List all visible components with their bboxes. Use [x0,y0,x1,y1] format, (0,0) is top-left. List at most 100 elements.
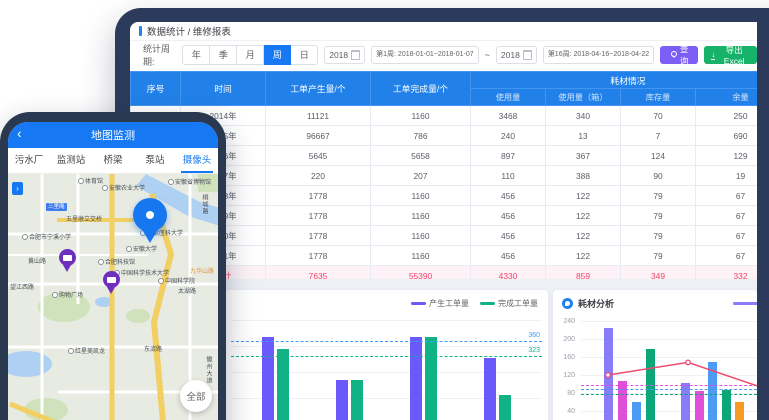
reference-line-label: 360 [528,332,540,339]
search-icon [667,51,674,59]
map-label: 合肥市宁溪小学 [22,232,71,241]
year-end-select[interactable]: 2018 [496,46,537,64]
phone-tab-泵站[interactable]: 泵站 [134,148,176,173]
legend-label: 完成工单量 [498,298,538,309]
table-cell: 367 [546,146,621,166]
map-panel-expander[interactable]: › [12,182,23,195]
table-cell: 1160 [371,226,471,246]
workorder-chart-card: 产生工单量 完成工单量 360 323 [225,290,548,420]
map-label: 桐城路 [200,194,209,215]
table-cell: 207 [371,166,471,186]
bar-产生工单量 [262,337,274,420]
legend-swatch [733,302,757,305]
map-view[interactable]: › 全部 体育馆安徽农业大学安徽省博物馆桐城路三里庵五里墩立交桥合肥市宁溪小学安… [8,174,218,420]
breadcrumb-bar: 数据统计 / 维修报表 [130,22,757,41]
map-label: 体育馆 [78,176,103,185]
table-cell: 122 [546,206,621,226]
table-cell: 456 [471,186,546,206]
query-button[interactable]: 查询 [660,46,698,64]
table-cell: 1160 [371,206,471,226]
table-cell: 79 [621,186,696,206]
sub-header-usage: 使用量 [471,89,546,106]
table-cell: 250 [696,106,758,126]
table-cell: 96667 [266,126,371,146]
period-segmented-control: 年季月周日 [182,45,318,65]
map-label: 五里墩立交桥 [66,214,102,223]
chart-title: 耗材分析 [578,297,614,310]
legend-label: 产生工单量 [429,298,469,309]
phone-header: ‹ 地图监测 [8,122,218,148]
reference-line [231,341,542,342]
year-start-select[interactable]: 2018 [324,46,365,64]
legend-swatch [480,302,495,305]
table-cell: 122 [546,246,621,266]
download-icon: ↓ [711,51,715,60]
table-cell: 7 [621,126,696,146]
table-cell: 690 [696,126,758,146]
reference-line-label: 323 [528,347,540,354]
bar-产生工单量 [410,337,422,420]
sub-header-stock: 库存量 [621,89,696,106]
table-cell: 70 [621,106,696,126]
chart-legend: 产生工单量 完成工单量 [411,298,538,309]
trend-line [553,314,757,420]
table-cell: 786 [371,126,471,146]
calendar-icon [351,50,360,60]
chart-card-header: 耗材分析 [553,290,757,310]
camera-pin-marker[interactable] [59,249,76,266]
table-cell: 67 [696,186,758,206]
week-range-end-input[interactable]: 第16周: 2018-04-16~2018-04-22 [543,46,654,64]
table-cell: 79 [621,246,696,266]
table-cell: 124 [621,146,696,166]
page: 数据统计 / 维修报表 统计周期: 年季月周日 2018 第1周: 2018-0… [0,0,769,420]
bar-完成工单量 [499,395,511,420]
camera-pin-marker[interactable] [103,271,120,288]
phone-tab-监测站[interactable]: 监测站 [50,148,92,173]
period-option-年[interactable]: 年 [182,45,210,65]
map-label: 三里庵 [46,203,67,211]
phone-screen: ‹ 地图监测 污水厂监测站桥梁泵站摄像头 [8,122,218,420]
table-cell: 79 [621,206,696,226]
map-label: 红星美凯龙 [68,346,105,355]
table-cell: 1778 [266,186,371,206]
map-label: 安徽大学 [126,244,157,253]
sub-header-remaining: 余量 [696,89,758,106]
period-option-日[interactable]: 日 [291,45,318,65]
table-cell: 1160 [371,106,471,126]
selected-camera-marker[interactable] [133,198,167,232]
table-cell: 1160 [371,246,471,266]
table-row: 12014年111211160346834070250 [131,106,758,126]
period-option-月[interactable]: 月 [237,45,264,65]
bar-产生工单量 [484,358,496,420]
period-option-季[interactable]: 季 [210,45,237,65]
show-all-button[interactable]: 全部 [180,380,212,412]
map-label: 太湖路 [178,286,196,295]
legend-item: 产生工单量 [411,298,469,309]
phone-tab-桥梁[interactable]: 桥梁 [92,148,134,173]
export-excel-button[interactable]: ↓ 导出Excel [704,46,757,64]
period-label: 统计周期: [143,42,176,68]
table-cell: 5658 [371,146,471,166]
phone-tab-摄像头[interactable]: 摄像头 [176,148,218,173]
table-cell: 1778 [266,206,371,226]
pie-chart-icon [562,298,573,309]
col-group-header-consumables: 耗材情况 [471,72,758,89]
grid-line [231,346,542,347]
period-option-周[interactable]: 周 [264,45,291,65]
week-range-start-input[interactable]: 第1周: 2018-01-01~2018-01-07 [371,46,478,64]
phone-tab-污水厂[interactable]: 污水厂 [8,148,50,173]
breadcrumb: 数据统计 / 维修报表 [147,24,231,38]
table-cell: 897 [471,146,546,166]
table-cell: 67 [696,246,758,266]
sub-header-usage-box: 使用量（箱） [546,89,621,106]
back-button[interactable]: ‹ [17,126,22,140]
map-label: 购物广场 [52,290,83,299]
legend-swatch [411,302,426,305]
map-label: 徽州大道 [204,356,213,384]
map-label: 九华山路 [190,266,214,275]
map-label: 望江西路 [10,282,34,291]
map-label: 安徽农业大学 [102,183,145,192]
col-header-index: 序号 [131,72,181,106]
map-label: 中国科学院 [158,276,195,285]
reference-line [231,356,542,357]
